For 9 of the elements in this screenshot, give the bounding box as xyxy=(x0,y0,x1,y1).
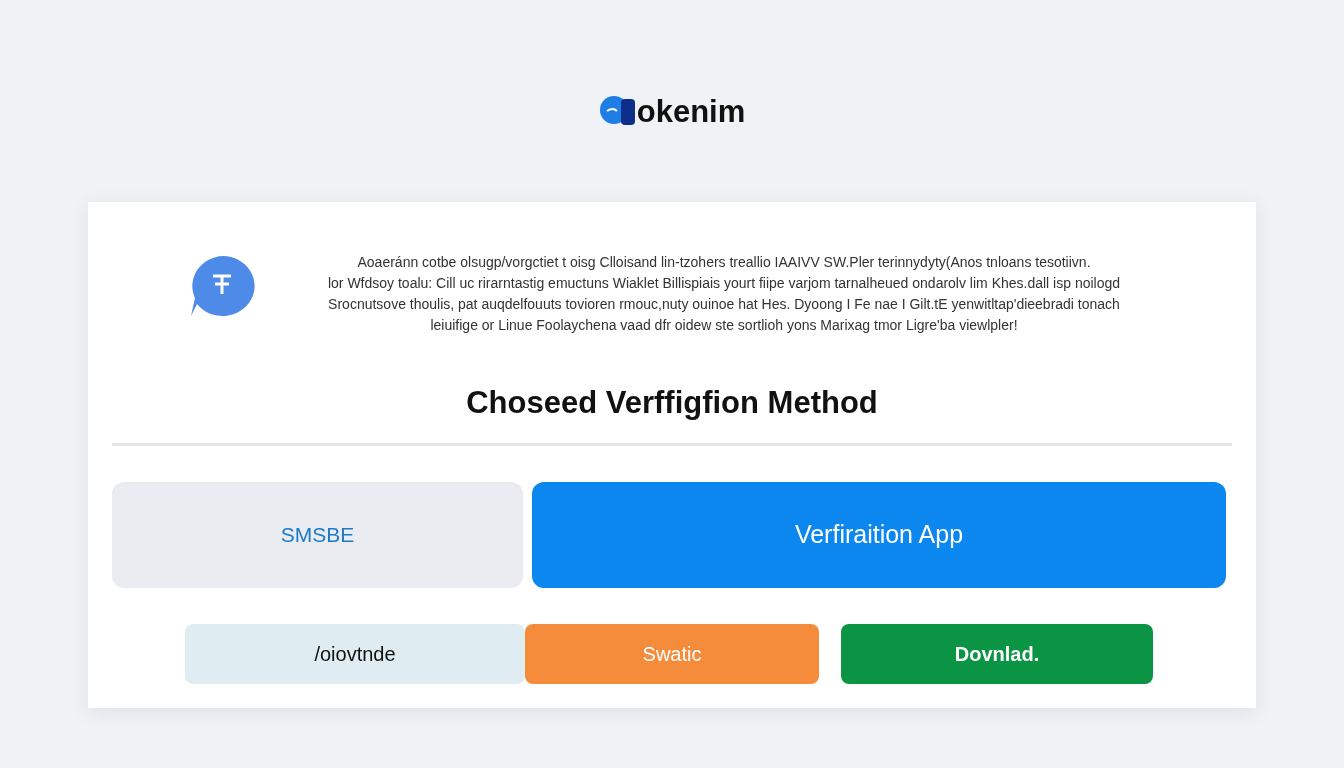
action-button[interactable]: Dovnlad. xyxy=(841,623,1153,684)
action-button[interactable]: Swatic xyxy=(525,623,819,684)
method-tab[interactable]: Verfiraition App xyxy=(532,481,1226,588)
logo-text: okenim xyxy=(636,95,746,127)
logo-icon xyxy=(598,95,637,127)
heading: Choseed Verffigfion Method xyxy=(465,384,879,422)
method-tab[interactable]: SMSBE xyxy=(112,481,523,588)
action-button[interactable]: /oiovtnde xyxy=(185,623,525,684)
intro-paragraph: Aoaeránn cotbe olsugp/vorgctiet t oisg Clloisand lin-tzohers treallio IAAIVV SW.Pler terinnydyty(Anos tnloans tesotiivn. lor Wfdsoy toalu: Cill uc rirarntastig emuctuns Wiaklet Billispiais yourt fiipe varjom tarnalheued ondarolv lim Khes.dall isp noilogd Srocnutsove thoulis, pat auqdelfouuts tovioren rmouc,nuty ouinoe hat Hes. Dyoong I Fe nae I Gilt.tE yenwitltap'dieebradi tonach leiuifige or Linue Foolaychena vaad dfr oidew ste sortlioh yons Marixag tmor Ligre'ba viewlpler! xyxy=(326,253,1122,335)
